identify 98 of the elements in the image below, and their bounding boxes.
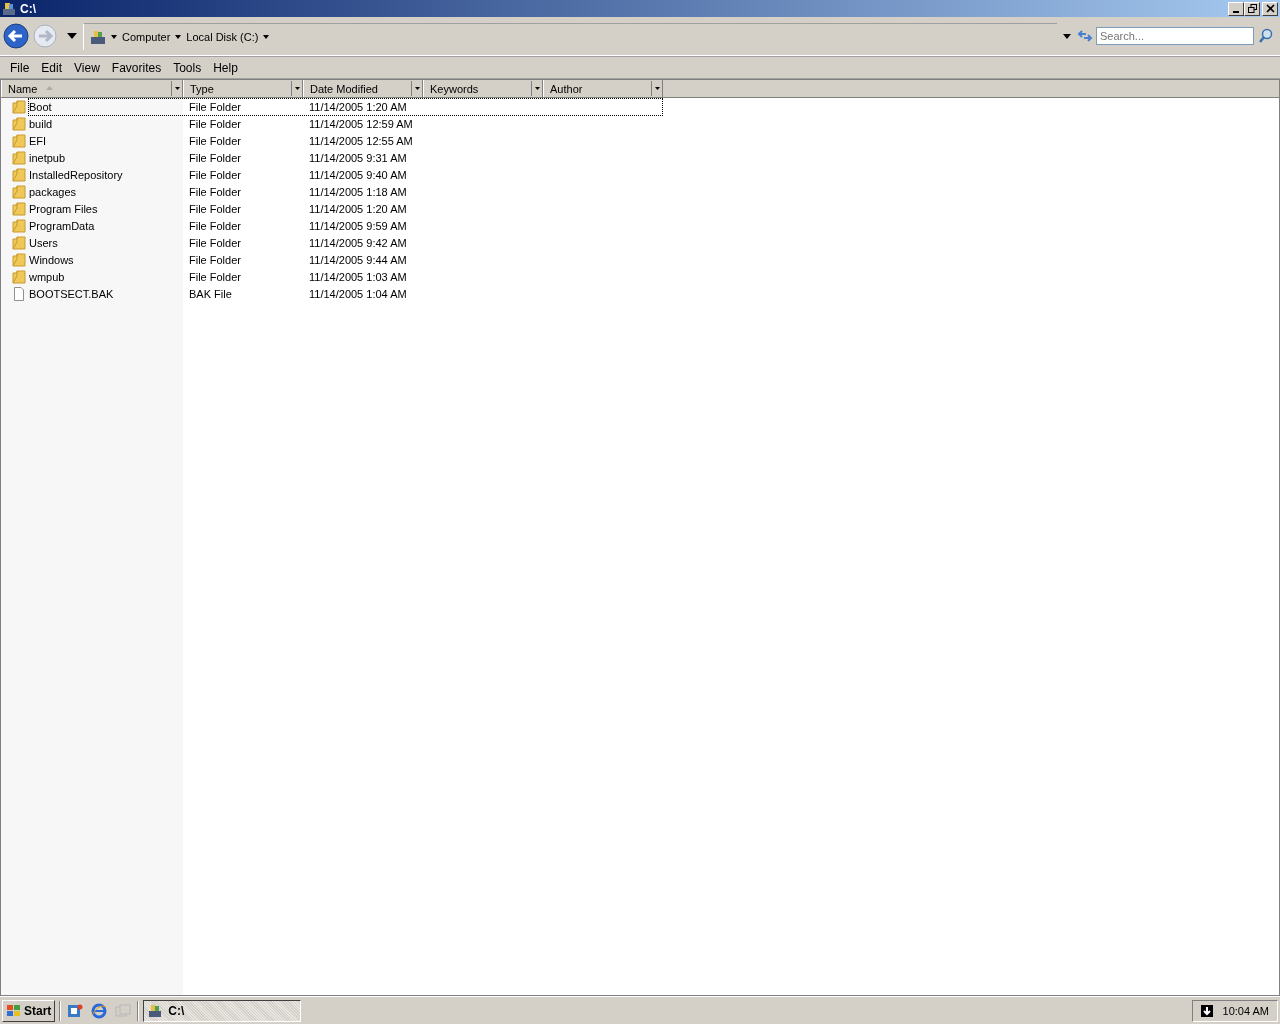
restore-button[interactable] [1244, 1, 1260, 16]
file-type: File Folder [189, 253, 241, 266]
folder-icon [12, 167, 26, 182]
file-type: File Folder [189, 168, 241, 181]
column-header[interactable]: Name [1, 80, 183, 97]
minimize-button[interactable] [1228, 1, 1244, 16]
folder-icon [12, 133, 26, 148]
file-name[interactable]: Boot [29, 100, 52, 113]
file-type: BAK File [189, 287, 232, 300]
column-filter-dropdown[interactable] [171, 81, 182, 96]
address-field[interactable]: Computer Local Disk (C:) [83, 22, 1057, 50]
caret-icon[interactable] [175, 34, 182, 39]
recent-pages-dropdown[interactable] [67, 33, 77, 39]
date-modified: 11/14/2005 1:18 AM [309, 185, 407, 198]
caret-icon [654, 87, 660, 90]
date-modified: 11/14/2005 9:44 AM [309, 253, 407, 266]
date-modified: 11/14/2005 9:59 AM [309, 219, 407, 232]
file-type: File Folder [189, 117, 241, 130]
start-button[interactable]: Start [2, 1000, 56, 1022]
folder-icon [12, 269, 26, 284]
breadcrumb[interactable]: Local Disk (C:) [186, 30, 259, 43]
column-filter-dropdown[interactable] [531, 81, 542, 96]
restore-icon [1247, 4, 1257, 13]
file-icon [12, 286, 26, 301]
file-type: File Folder [189, 185, 241, 198]
refresh-icon[interactable] [1077, 28, 1093, 44]
taskbar-button[interactable]: C:\ [143, 1000, 302, 1022]
folder-icon [12, 201, 26, 216]
date-modified: 11/14/2005 9:42 AM [309, 236, 407, 249]
server-manager-icon[interactable] [67, 1003, 84, 1019]
search-icon[interactable] [1258, 28, 1274, 44]
file-type: File Folder [189, 151, 241, 164]
browser-icon[interactable] [91, 1003, 108, 1019]
column-header[interactable]: Keywords [423, 80, 543, 97]
file-name[interactable]: ProgramData [29, 219, 95, 232]
date-modified: 11/14/2005 12:55 AM [309, 134, 413, 147]
menu-item[interactable]: Tools [167, 61, 208, 75]
column-header[interactable]: Date Modified [303, 80, 423, 97]
caret-icon[interactable] [263, 34, 270, 39]
back-button[interactable] [3, 23, 29, 49]
folder-icon [12, 184, 26, 199]
menu-item[interactable]: Favorites [105, 61, 168, 75]
computer-icon [90, 28, 106, 45]
menu-item[interactable]: Help [207, 61, 244, 75]
file-name[interactable]: InstalledRepository [29, 168, 123, 181]
menu-item[interactable]: View [68, 61, 106, 75]
caret-icon [294, 87, 300, 90]
date-modified: 11/14/2005 1:04 AM [309, 287, 407, 300]
file-name[interactable]: Windows [29, 253, 74, 266]
file-type: File Folder [189, 100, 241, 113]
folder-icon [12, 99, 26, 114]
minimize-icon [1233, 10, 1239, 13]
folder-icon [12, 150, 26, 165]
column-filter-dropdown[interactable] [651, 81, 662, 96]
folder-icon [12, 252, 26, 267]
caret-icon [174, 87, 180, 90]
menu-item[interactable]: Edit [35, 61, 69, 75]
file-name[interactable]: inetpub [29, 151, 66, 164]
computer-icon [2, 1, 16, 16]
date-modified: 11/14/2005 1:03 AM [309, 270, 407, 283]
folder-icon [12, 218, 26, 233]
close-button[interactable] [1262, 1, 1278, 16]
menu-item[interactable]: File [4, 61, 36, 75]
file-type: File Folder [189, 270, 241, 283]
close-icon [1265, 4, 1275, 13]
date-modified: 11/14/2005 12:59 AM [309, 117, 413, 130]
date-modified: 11/14/2005 1:20 AM [309, 202, 407, 215]
column-header[interactable]: Author [543, 80, 663, 97]
file-type: File Folder [189, 134, 241, 147]
column-filter-dropdown[interactable] [291, 81, 302, 96]
file-name[interactable]: Users [29, 236, 58, 249]
folder-icon [12, 235, 26, 250]
file-type: File Folder [189, 202, 241, 215]
file-name[interactable]: EFI [29, 134, 47, 147]
file-name[interactable]: build [29, 117, 53, 130]
date-modified: 11/14/2005 1:20 AM [309, 100, 407, 113]
file-name[interactable]: wmpub [29, 270, 65, 283]
date-modified: 11/14/2005 9:40 AM [309, 168, 407, 181]
address-dropdown[interactable] [1063, 33, 1071, 39]
file-type: File Folder [189, 219, 241, 232]
breadcrumb[interactable]: Computer [122, 30, 171, 43]
file-name[interactable]: BOOTSECT.BAK [29, 287, 114, 300]
file-type: File Folder [189, 236, 241, 249]
windows-logo-icon [6, 1004, 22, 1018]
date-modified: 11/14/2005 9:31 AM [309, 151, 407, 164]
window-title: C:\ [20, 1, 37, 16]
search-field[interactable]: Search... [1096, 27, 1254, 45]
file-name[interactable]: packages [29, 185, 77, 198]
caret-icon[interactable] [111, 34, 117, 39]
file-name[interactable]: Program Files [29, 202, 98, 215]
download-icon[interactable] [1200, 1005, 1213, 1017]
caret-icon [534, 87, 540, 90]
caret-icon [414, 87, 420, 90]
column-header[interactable]: Type [183, 80, 303, 97]
column-filter-dropdown[interactable] [411, 81, 422, 96]
folder-icon [12, 116, 26, 131]
computer-icon [148, 1004, 163, 1018]
clock: 10:04 AM [1222, 1005, 1269, 1017]
